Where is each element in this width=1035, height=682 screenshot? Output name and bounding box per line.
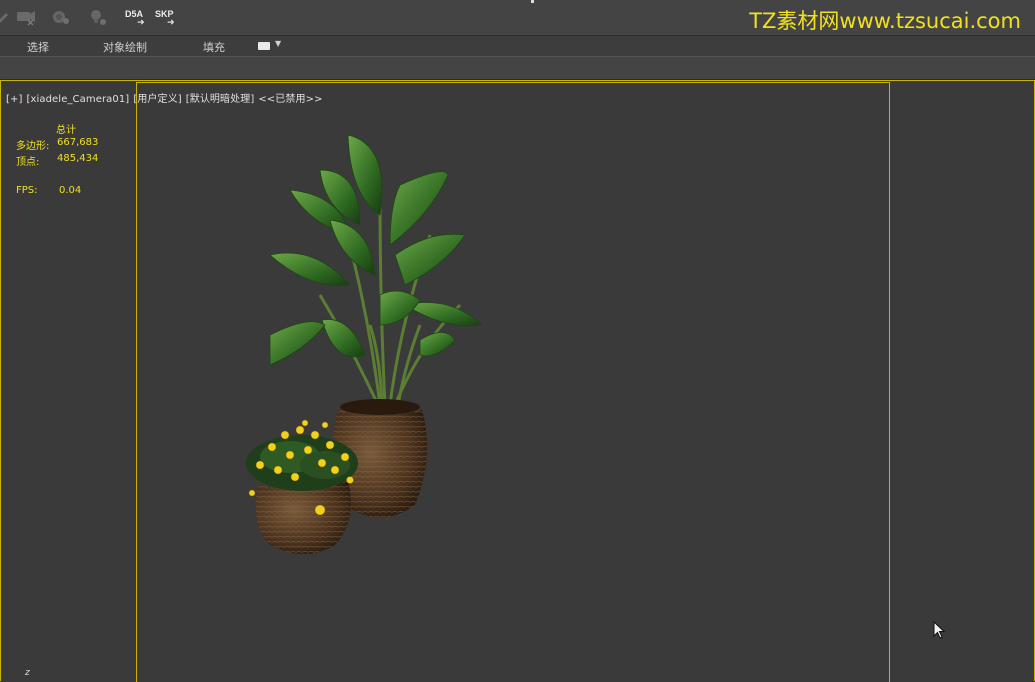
ribbon-toggle-icon	[258, 42, 270, 50]
small-wicker-basket	[255, 480, 352, 554]
chevron-down-icon: ▼	[275, 39, 282, 48]
watermark: TZ素材网www.tzsucai.com	[749, 9, 1021, 33]
viewport-view-menu[interactable]: [用户定义]	[133, 94, 181, 105]
fps-value: 0.04	[59, 185, 82, 196]
viewport-shading-menu[interactable]: [默认明暗处理]	[186, 94, 255, 105]
arrow-right-icon: ➜	[137, 18, 145, 28]
vertices-value: 485,434	[57, 153, 99, 164]
tab-selection[interactable]: 选择	[27, 39, 49, 55]
stats-header: 总计	[56, 125, 76, 136]
camera-x-icon[interactable]	[16, 8, 36, 26]
link-icon[interactable]	[0, 8, 14, 26]
arrow-right-icon: ➜	[167, 18, 175, 28]
tab-object-paint[interactable]: 对象绘制	[103, 39, 147, 55]
polygons-label: 多边形:	[16, 141, 50, 152]
ribbon-panel	[0, 57, 1035, 80]
potted-plants-render	[246, 134, 483, 554]
divider	[531, 0, 534, 3]
fps-label: FPS:	[16, 185, 38, 196]
viewport-disabled-label[interactable]: <<已禁用>>	[258, 94, 322, 105]
plant-leaves	[269, 134, 483, 366]
ribbon-tab-bar: 选择 对象绘制 填充 ▼	[0, 36, 1035, 57]
ribbon-options-dropdown[interactable]: ▼	[258, 39, 284, 52]
tab-populate[interactable]: 填充	[203, 39, 225, 55]
viewport-menu-plus[interactable]: [+]	[6, 94, 22, 105]
vertices-label: 顶点:	[16, 157, 40, 168]
light-icon[interactable]	[88, 8, 108, 26]
axis-z-label: z	[25, 668, 30, 678]
mouse-cursor-icon	[933, 621, 946, 639]
main-toolbar: D5A ➜ SKP ➜ TZ素材网www.tzsucai.com	[0, 0, 1035, 36]
viewport-label: [+] [xiadele_Camera01] [用户定义] [默认明暗处理] <<已禁用…	[6, 90, 327, 105]
polygons-value: 667,683	[57, 137, 99, 148]
viewport-camera-menu[interactable]: [xiadele_Camera01]	[26, 94, 129, 105]
render-setup-icon[interactable]	[51, 8, 71, 26]
camera-viewport[interactable]: [+] [xiadele_Camera01] [用户定义] [默认明暗处理] <<已禁用…	[0, 80, 1035, 682]
